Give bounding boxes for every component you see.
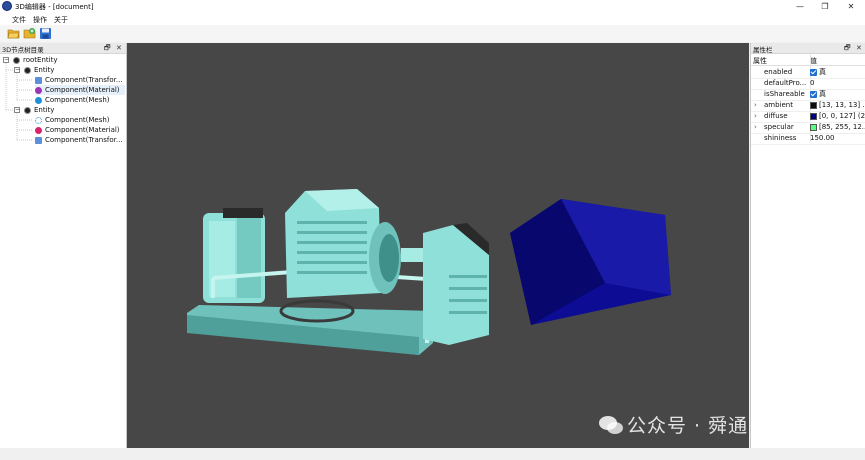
save-icon[interactable] bbox=[39, 27, 52, 40]
entity-icon bbox=[13, 56, 20, 64]
tree-expander[interactable]: − bbox=[14, 67, 20, 73]
material-icon bbox=[35, 126, 42, 134]
close-panel-icon[interactable]: ✕ bbox=[856, 43, 862, 53]
engine-flywheel-inner bbox=[379, 234, 399, 282]
entity-icon bbox=[24, 106, 31, 114]
transform-icon bbox=[35, 76, 42, 84]
tree-item-material[interactable]: Component(Material) bbox=[35, 125, 120, 135]
column-name: 属性 bbox=[753, 57, 767, 65]
left-motor-top bbox=[223, 208, 263, 218]
watermark-text: 公众号 · 舜通智能 bbox=[627, 415, 749, 437]
checkbox[interactable] bbox=[810, 90, 817, 98]
tree-expander[interactable]: − bbox=[14, 107, 20, 113]
toolbar bbox=[0, 25, 865, 42]
window-title: 3D编辑器 - [document] bbox=[15, 3, 94, 11]
tree-item-root-entity[interactable]: rootEntity bbox=[13, 55, 57, 65]
left-motor-side bbox=[237, 218, 261, 298]
property-header: 属性栏 🗗 ✕ bbox=[751, 43, 865, 54]
tree-item-entity[interactable]: Entity bbox=[24, 105, 54, 115]
tree-item-entity[interactable]: Entity bbox=[24, 65, 54, 75]
expand-arrow-icon[interactable]: › bbox=[754, 100, 757, 111]
open-folder-icon[interactable] bbox=[7, 27, 20, 40]
close-button[interactable]: ✕ bbox=[838, 0, 864, 13]
title-bar: 3D编辑器 - [document] — ❐ ✕ bbox=[0, 0, 865, 13]
color-swatch[interactable] bbox=[810, 101, 817, 109]
restore-button[interactable]: ❐ bbox=[812, 0, 838, 13]
tree-expander[interactable]: − bbox=[3, 57, 9, 63]
color-swatch[interactable] bbox=[810, 123, 817, 131]
property-columns: 属性 值 bbox=[751, 54, 865, 66]
tree-item-mesh[interactable]: Component(Mesh) bbox=[35, 115, 110, 125]
tree-item-material[interactable]: Component(Material) bbox=[35, 85, 125, 95]
float-panel-icon[interactable]: 🗗 bbox=[844, 43, 851, 53]
status-bar bbox=[0, 448, 865, 460]
menu-file[interactable]: 文件 bbox=[12, 15, 26, 25]
mesh-icon bbox=[35, 96, 42, 104]
column-value: 值 bbox=[810, 57, 817, 65]
mesh-outline-icon bbox=[35, 116, 42, 124]
menu-about[interactable]: 关于 bbox=[54, 15, 68, 25]
material-icon bbox=[35, 86, 42, 94]
shaft bbox=[401, 248, 423, 262]
color-swatch[interactable] bbox=[810, 112, 817, 120]
expand-arrow-icon[interactable]: › bbox=[754, 122, 757, 133]
app-icon bbox=[2, 1, 12, 11]
tree-item-mesh[interactable]: Component(Mesh) bbox=[35, 95, 110, 105]
tree-item-transform[interactable]: Component(Transfor... bbox=[35, 75, 123, 85]
property-panel: 属性栏 🗗 ✕ 属性 值 enabled 真 defaultPro... 0 i… bbox=[750, 43, 865, 448]
property-title: 属性栏 bbox=[753, 46, 773, 54]
transform-icon bbox=[35, 136, 42, 144]
minimize-button[interactable]: — bbox=[787, 0, 813, 13]
menu-operate[interactable]: 操作 bbox=[33, 15, 47, 25]
tree-item-transform[interactable]: Component(Transfor... bbox=[35, 135, 123, 145]
3d-viewport[interactable]: 公众号 · 舜通智能 bbox=[127, 43, 749, 448]
scene-render bbox=[187, 189, 671, 355]
entity-icon bbox=[24, 66, 31, 74]
node-tree-panel: 3D节点树目录 🗗 ✕ − rootEntity − Entity Compon… bbox=[0, 43, 127, 448]
menu-bar: 文件 操作 关于 bbox=[0, 13, 865, 25]
property-shininess[interactable]: shininess 150.00 bbox=[751, 133, 865, 145]
expand-arrow-icon[interactable]: › bbox=[754, 111, 757, 122]
add-file-icon[interactable] bbox=[23, 27, 36, 40]
wechat-icon bbox=[599, 416, 623, 434]
checkbox[interactable] bbox=[810, 68, 817, 76]
